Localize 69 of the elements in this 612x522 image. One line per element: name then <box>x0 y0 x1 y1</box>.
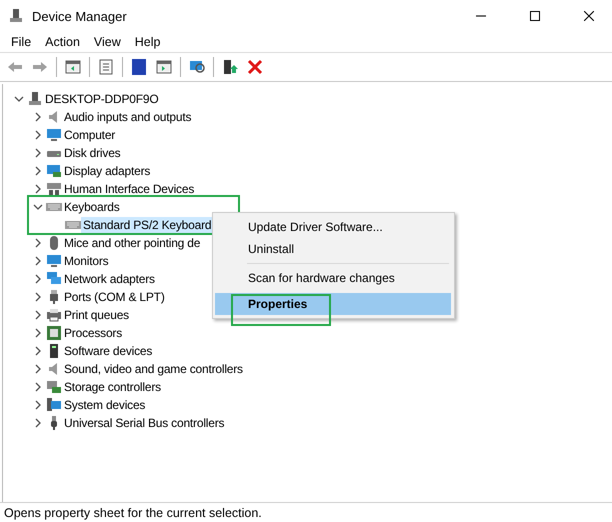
update-driver-icon <box>222 59 238 75</box>
storage-controller-icon <box>46 379 62 395</box>
tree-item[interactable]: System devices <box>62 396 148 414</box>
tree-item[interactable]: DESKTOP-DDP0F9O <box>43 90 160 108</box>
forward-arrow-icon <box>32 59 48 75</box>
tree-item[interactable]: Universal Serial Bus controllers <box>62 414 226 432</box>
menu-item[interactable]: Action <box>38 35 87 49</box>
tree-item[interactable]: Ports (COM & LPT) <box>62 288 167 306</box>
tree-item[interactable]: Keyboards <box>62 198 122 216</box>
device-manager-icon <box>8 8 24 24</box>
expand-chevron-icon[interactable] <box>33 418 43 428</box>
tree-item[interactable]: Print queues <box>62 306 131 324</box>
tree-item[interactable]: Computer <box>62 126 118 144</box>
help-icon <box>131 59 147 75</box>
expand-chevron-icon[interactable] <box>33 274 43 284</box>
tree-item[interactable]: Processors <box>62 324 124 342</box>
tree-item[interactable]: Mice and other pointing de <box>62 234 202 252</box>
tree-item[interactable]: Software devices <box>62 342 154 360</box>
tree-item[interactable]: Network adapters <box>62 270 157 288</box>
network-icon <box>46 271 62 287</box>
menu-item[interactable]: File <box>4 35 38 49</box>
expand-chevron-icon[interactable] <box>33 148 43 158</box>
printer-icon <box>46 307 62 323</box>
expand-chevron-icon[interactable] <box>33 238 43 248</box>
tree-item[interactable]: Standard PS/2 Keyboard <box>81 216 214 234</box>
menu-item[interactable]: View <box>86 35 128 49</box>
menu-item[interactable]: Help <box>128 35 168 49</box>
status-text: Opens property sheet for the current selection. <box>4 506 262 520</box>
expand-chevron-icon[interactable] <box>33 292 43 302</box>
processor-icon <box>46 325 62 341</box>
window-title: Device Manager <box>32 8 128 24</box>
context-menu-item[interactable]: Properties <box>215 293 451 315</box>
expand-chevron-icon[interactable] <box>33 256 43 266</box>
expand-chevron-icon[interactable] <box>33 166 43 176</box>
close-icon[interactable] <box>584 11 594 21</box>
system-device-icon <box>46 397 62 413</box>
tree-item[interactable]: Audio inputs and outputs <box>62 108 194 126</box>
collapse-chevron-icon[interactable] <box>14 94 24 104</box>
computer-icon <box>27 91 43 107</box>
console-tree-icon <box>65 59 81 75</box>
tree-item[interactable]: Storage controllers <box>62 378 163 396</box>
action-pane-icon <box>156 59 172 75</box>
uninstall-icon <box>247 59 263 75</box>
monitor-icon <box>46 253 62 269</box>
expand-chevron-icon[interactable] <box>33 112 43 122</box>
context-menu-item[interactable]: Uninstall <box>215 238 451 260</box>
expand-chevron-icon[interactable] <box>33 382 43 392</box>
maximize-icon[interactable] <box>530 11 540 21</box>
tree-item[interactable]: Disk drives <box>62 144 122 162</box>
tree-item[interactable]: Human Interface Devices <box>62 180 196 198</box>
display-adapter-icon <box>46 163 62 179</box>
context-menu-item[interactable]: Scan for hardware changes <box>215 267 451 289</box>
expand-chevron-icon[interactable] <box>33 400 43 410</box>
collapse-chevron-icon[interactable] <box>33 202 43 212</box>
expand-chevron-icon[interactable] <box>33 346 43 356</box>
tree-item[interactable]: Display adapters <box>62 162 152 180</box>
monitor-icon <box>46 127 62 143</box>
tree-item[interactable]: Monitors <box>62 252 110 270</box>
expand-chevron-icon[interactable] <box>33 328 43 338</box>
expand-chevron-icon[interactable] <box>33 310 43 320</box>
expand-chevron-icon[interactable] <box>33 364 43 374</box>
context-menu-item[interactable]: Update Driver Software... <box>215 216 451 238</box>
back-arrow-icon <box>7 59 23 75</box>
expand-chevron-icon[interactable] <box>33 184 43 194</box>
properties-sheet-icon <box>98 59 114 75</box>
monitor-scan-icon <box>189 59 205 75</box>
keyboard-hand-icon <box>46 181 62 197</box>
tree-item[interactable]: Sound, video and game controllers <box>62 360 245 378</box>
expand-chevron-icon[interactable] <box>33 130 43 140</box>
